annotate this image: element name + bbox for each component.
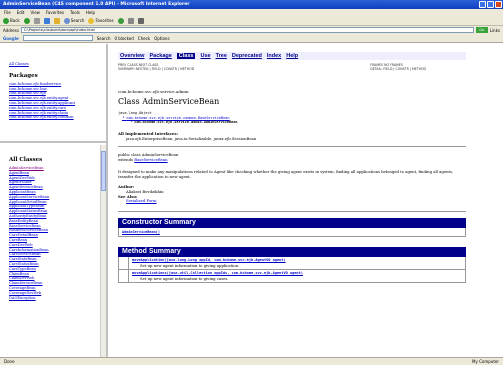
constructor-summary-header: Constructor Summary [118, 218, 466, 229]
method-description: Set up new agent information to giving a… [140, 262, 240, 268]
forward-arrow-icon[interactable] [23, 17, 30, 24]
address-input[interactable]: C:\Projects\c4s\build\docs\api\index.htm… [20, 27, 474, 33]
detail-links[interactable]: DETAIL: FIELD | CONSTR | METHOD [370, 67, 426, 71]
star-icon [88, 17, 95, 24]
window-titlebar: AdminServiceBean (C4S component 1.0 API)… [0, 0, 503, 9]
package-name: com.bchome.svc.ejb.service.admin [118, 89, 189, 94]
home-icon[interactable] [53, 17, 60, 24]
zone-indicator: My Computer [472, 359, 499, 364]
search-button[interactable]: Search [63, 17, 84, 24]
page-content: All Classes Packages com.bchome.ejb.fund… [0, 44, 503, 357]
favorites-button[interactable]: Favorites [88, 17, 114, 24]
method-row: moveApplications(java.util.Collection ap… [118, 269, 466, 283]
class-title: Class AdminServiceBean [118, 97, 220, 106]
method-modifier [119, 256, 129, 269]
nav-deprecated[interactable]: Deprecated [232, 52, 262, 60]
menu-favorites[interactable]: Favorites [46, 10, 64, 15]
window-title: AdminServiceBean (C4S component 1.0 API)… [3, 2, 190, 7]
packages-heading: Packages [9, 72, 38, 79]
class-doc-frame: Overview Package Class Use Tree Deprecat… [110, 44, 503, 357]
stop-icon[interactable] [33, 17, 40, 24]
inheritance-tree: java.lang.Object └ com.bchome.svc.ejb.se… [118, 111, 503, 125]
summary-links[interactable]: SUMMARY: NESTED | FIELD | CONSTR | METHO… [118, 67, 194, 71]
google-logo: Google [3, 35, 19, 41]
classes-scrollbar[interactable] [100, 145, 106, 357]
maximize-button[interactable] [487, 1, 494, 8]
extends-link[interactable]: BaseServiceBean [134, 157, 167, 162]
method-link[interactable]: moveApplication(java.lang.Long appId, co… [132, 258, 286, 262]
nav-class: Class [176, 53, 196, 59]
status-text: Done [4, 359, 15, 364]
divider [118, 145, 466, 147]
constructor-row: AdminServiceBean() [118, 228, 466, 237]
method-description: Set up new agent information to giving c… [140, 275, 229, 281]
search-icon [63, 17, 70, 24]
links-label[interactable]: Links [490, 28, 500, 33]
implemented-interfaces-list: java.ejb.EnterpriseBean, java.io.Seriali… [126, 135, 257, 141]
method-link[interactable]: moveApplications(java.util.Collection ap… [132, 271, 303, 275]
all-classes-heading: All Classes [9, 157, 43, 163]
menu-tools[interactable]: Tools [70, 10, 80, 15]
menu-view[interactable]: View [30, 10, 40, 15]
popup-blocked-indicator[interactable]: 0 blocked [114, 36, 133, 41]
media-icon[interactable] [117, 17, 124, 24]
status-bar: Done My Computer [0, 357, 503, 365]
nav-tree[interactable]: Tree [216, 52, 227, 60]
menu-file[interactable]: File [4, 10, 11, 15]
address-label: Address [3, 27, 19, 33]
nav-use[interactable]: Use [200, 52, 210, 60]
classes-frame: All Classes AdminServiceBean AgentBean Age… [0, 145, 100, 357]
browser-toolbar: Back Search Favorites [0, 16, 503, 26]
all-classes-link[interactable]: All Classes [9, 62, 106, 67]
serialized-form-link[interactable]: Serialized Form [118, 198, 503, 204]
mail-icon[interactable] [127, 17, 134, 24]
google-search-button[interactable]: Search [97, 36, 111, 41]
class-list: AdminServiceBean AgentBean AgentDevWeb Agen… [9, 166, 100, 300]
refresh-icon[interactable] [43, 17, 50, 24]
menu-bar: File Edit View Favorites Tools Help [0, 9, 503, 16]
hierarchy-current: └ com.bchome.svc.ejb.service.admin.Admin… [130, 120, 238, 125]
nav-overview[interactable]: Overview [120, 52, 144, 60]
scrollbar-thumb[interactable] [101, 151, 106, 191]
sub-navigation: PREV CLASS NEXT CLASS SUMMARY: NESTED | … [118, 63, 466, 71]
menu-help[interactable]: Help [86, 10, 95, 15]
nav-index[interactable]: Index [267, 52, 281, 60]
package-link[interactable]: com.bchome.svc.ejb.entity.common [9, 115, 106, 120]
google-search-input[interactable] [22, 35, 93, 41]
google-toolbar: Google Search 0 blocked Check Options [0, 34, 503, 43]
back-button[interactable]: Back [3, 17, 20, 24]
go-button[interactable]: Go [475, 27, 488, 33]
back-arrow-icon [3, 17, 9, 24]
constructor-link[interactable]: AdminServiceBean() [122, 230, 160, 234]
close-button[interactable] [495, 1, 502, 8]
address-bar: Address C:\Projects\c4s\build\docs\api\i… [0, 26, 503, 34]
method-summary-header: Method Summary [118, 246, 466, 257]
check-button[interactable]: Check [138, 36, 150, 41]
divider [118, 211, 466, 213]
method-row: moveApplication(java.lang.Long appId, co… [118, 256, 466, 270]
options-button[interactable]: Options [154, 36, 169, 41]
nav-help[interactable]: Help [286, 52, 298, 60]
left-frames: All Classes Packages com.bchome.ejb.fund… [0, 44, 108, 357]
print-icon[interactable] [137, 17, 144, 24]
packages-frame: All Classes Packages com.bchome.ejb.fund… [0, 44, 106, 143]
menu-edit[interactable]: Edit [17, 10, 25, 15]
class-description: It designed to make any manipulations re… [118, 168, 454, 179]
minimize-button[interactable] [479, 1, 486, 8]
extends-line: extends BaseServiceBean [118, 156, 168, 162]
method-modifier [119, 269, 129, 282]
javadoc-navbar: Overview Package Class Use Tree Deprecat… [118, 52, 466, 60]
class-link[interactable]: DAOException [9, 296, 100, 301]
nav-package[interactable]: Package [149, 52, 171, 60]
